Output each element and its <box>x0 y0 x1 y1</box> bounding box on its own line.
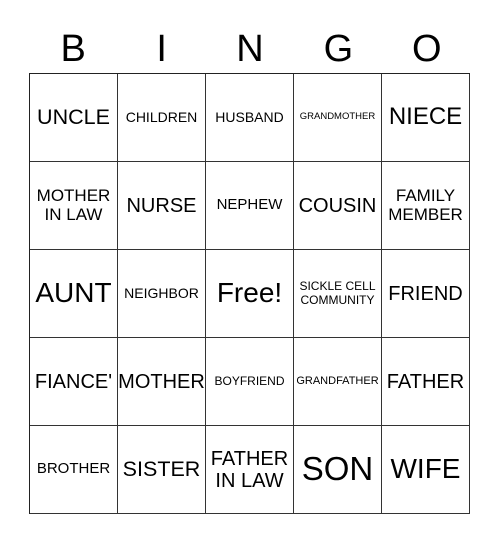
bingo-cell[interactable]: GRANDMOTHER <box>294 74 382 162</box>
header-letter-o: O <box>412 28 442 70</box>
bingo-cell[interactable]: FRIEND <box>382 250 470 338</box>
bingo-cell[interactable]: FAMILY MEMBER <box>382 162 470 250</box>
bingo-cell[interactable]: GRANDFATHER <box>294 338 382 426</box>
bingo-cell[interactable]: FATHER IN LAW <box>206 426 294 514</box>
bingo-grid: UNCLE CHILDREN HUSBAND GRANDMOTHER NIECE… <box>29 73 470 514</box>
bingo-cell[interactable]: SON <box>294 426 382 514</box>
bingo-cell[interactable]: BOYFRIEND <box>206 338 294 426</box>
free-space[interactable]: Free! <box>206 250 294 338</box>
header-letter-g: G <box>323 28 354 70</box>
bingo-cell[interactable]: UNCLE <box>30 74 118 162</box>
bingo-cell[interactable]: SISTER <box>118 426 206 514</box>
bingo-header: B I N G O <box>29 26 471 72</box>
header-letter-b: B <box>60 28 86 70</box>
bingo-cell[interactable]: MOTHER <box>118 338 206 426</box>
bingo-cell[interactable]: MOTHER IN LAW <box>30 162 118 250</box>
bingo-cell[interactable]: FIANCE' <box>30 338 118 426</box>
bingo-cell[interactable]: BROTHER <box>30 426 118 514</box>
bingo-cell[interactable]: AUNT <box>30 250 118 338</box>
bingo-cell[interactable]: FATHER <box>382 338 470 426</box>
bingo-cell[interactable]: NURSE <box>118 162 206 250</box>
header-letter-n: N <box>236 28 264 70</box>
header-letter-i: I <box>156 28 167 70</box>
bingo-cell[interactable]: NEPHEW <box>206 162 294 250</box>
bingo-cell[interactable]: NIECE <box>382 74 470 162</box>
bingo-cell[interactable]: WIFE <box>382 426 470 514</box>
bingo-cell[interactable]: COUSIN <box>294 162 382 250</box>
bingo-cell[interactable]: SICKLE CELL COMMUNITY <box>294 250 382 338</box>
bingo-cell[interactable]: NEIGHBOR <box>118 250 206 338</box>
bingo-cell[interactable]: HUSBAND <box>206 74 294 162</box>
bingo-cell[interactable]: CHILDREN <box>118 74 206 162</box>
